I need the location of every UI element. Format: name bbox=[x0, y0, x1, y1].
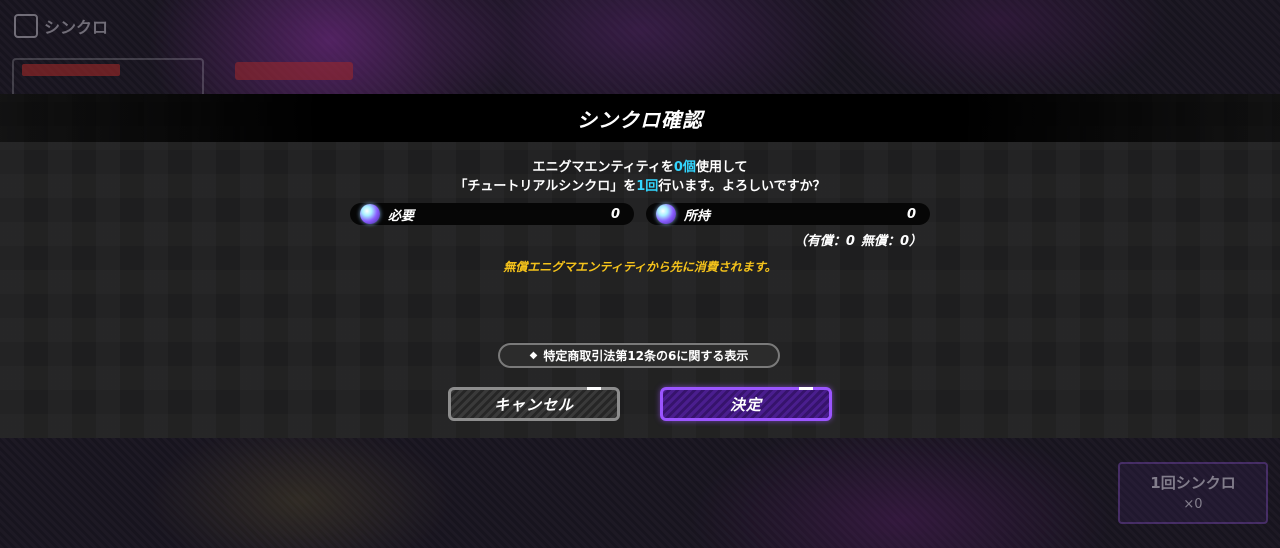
background-banner-tag bbox=[235, 62, 353, 80]
enigma-entity-icon bbox=[360, 204, 380, 224]
sync-confirm-dialog: シンクロ確認 エニグマエンティティを0個使用して 「チュートリアルシンクロ」を1… bbox=[0, 94, 1280, 438]
message-text: エニグマエンティティを bbox=[532, 160, 674, 175]
item-count: 0個 bbox=[673, 160, 696, 175]
dialog-title-bar: シンクロ確認 bbox=[0, 94, 1280, 142]
cancel-label: キャンセル bbox=[493, 395, 574, 414]
enigma-entity-icon bbox=[656, 204, 676, 224]
background-header: シンクロ bbox=[14, 14, 108, 38]
background-sync-button: 1回シンクロ ×0 bbox=[1118, 462, 1268, 524]
free-count: 無償：0） bbox=[860, 234, 922, 249]
confirm-label: 決定 bbox=[729, 395, 762, 414]
message-text: 使用して bbox=[695, 160, 748, 175]
dialog-title: シンクロ確認 bbox=[577, 107, 703, 132]
sync-count: 1回 bbox=[636, 179, 659, 194]
confirm-button[interactable]: 決定 bbox=[660, 387, 832, 421]
background-header-title: シンクロ bbox=[44, 18, 109, 37]
owned-amount: 所持 0 bbox=[646, 203, 930, 225]
dialog-message-line2: 「チュートリアルシンクロ」を1回行います。よろしいですか？ bbox=[0, 175, 1280, 194]
diamond-icon: ◆ bbox=[529, 350, 538, 361]
cancel-button[interactable]: キャンセル bbox=[448, 387, 620, 421]
button-corner-stripe bbox=[587, 387, 601, 390]
background-banner-card bbox=[12, 58, 204, 98]
owned-label: 所持 bbox=[684, 208, 711, 224]
required-amount: 必要 0 bbox=[350, 203, 634, 225]
consumption-note: 無償エニグマエンティティから先に消費されます。 bbox=[503, 260, 777, 274]
dialog-message-line1: エニグマエンティティを0個使用して bbox=[0, 156, 1280, 175]
message-text: 「チュートリアルシンクロ」を bbox=[454, 179, 637, 194]
background-sync-cost: ×0 bbox=[1183, 497, 1203, 512]
required-value: 0 bbox=[610, 206, 620, 222]
paid-count: （有償：0 bbox=[793, 234, 855, 249]
background-sync-label: 1回シンクロ bbox=[1150, 474, 1236, 492]
legal-notice-button[interactable]: ◆ 特定商取引法第12条の6に関する表示 bbox=[498, 343, 780, 368]
required-label: 必要 bbox=[388, 208, 415, 224]
message-text: 行います。よろしいですか？ bbox=[658, 179, 826, 194]
legal-notice-label: 特定商取引法第12条の6に関する表示 bbox=[543, 349, 749, 363]
owned-breakdown: （有償：0 無償：0） bbox=[794, 230, 922, 249]
button-corner-stripe bbox=[799, 387, 813, 390]
sync-icon bbox=[14, 14, 38, 38]
owned-value: 0 bbox=[906, 206, 916, 222]
